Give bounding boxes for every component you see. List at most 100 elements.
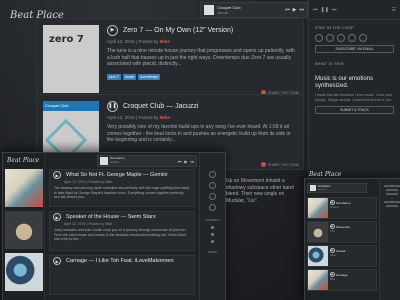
dot-icon[interactable]: [211, 240, 214, 243]
list-item-subtitle: Scatters: [330, 206, 339, 209]
menu-icon[interactable]: ☰: [392, 7, 396, 13]
soundcloud-icon[interactable]: [209, 193, 216, 200]
track-title[interactable]: Speaker of the House — Swim Stars: [66, 214, 156, 220]
rss-icon[interactable]: [359, 34, 367, 42]
play-icon[interactable]: ▶: [330, 200, 335, 205]
post-date: April 12, 2016: [107, 115, 135, 120]
list-item[interactable]: ▶ Movement Ivory: [307, 221, 377, 243]
list-item-text: ▶ Movement Ivory: [330, 222, 350, 242]
tag-list: zero 7 house downtempo: [107, 73, 295, 80]
track-title[interactable]: What So Not Ft. George Maple — Gemini: [66, 172, 167, 178]
post-card: zero 7 ▶ Zero 7 — On My Own (12" Version…: [36, 18, 304, 98]
play-icon[interactable]: ▶: [330, 248, 335, 253]
divider: [385, 189, 398, 191]
share-label: SHARE THIS TUNE: [267, 162, 299, 167]
album-cover: [308, 246, 328, 266]
album-cover: [308, 198, 328, 218]
post-date: April 12, 2016: [107, 39, 135, 44]
pause-icon[interactable]: ❚❚: [321, 7, 329, 13]
post-card: ▶ What So Not Ft. George Maple — Gemini …: [49, 169, 195, 207]
post-meta: April 12, 2016 | Posted by Mike: [64, 222, 113, 226]
prev-icon[interactable]: ⏮: [313, 7, 318, 13]
site-logo[interactable]: Beat Place: [309, 171, 341, 178]
spotify-icon[interactable]: [348, 34, 356, 42]
post-author[interactable]: Mike: [160, 39, 170, 44]
track-row: ▶ What So Not Ft. George Maple — Gemini: [50, 170, 194, 180]
list-item-text: ▶ Carnage Mike: [330, 270, 348, 290]
post-excerpt: Juicy melodies and lush vocals carry you…: [54, 228, 187, 241]
list-item-title-row: ▶ Scoubaroo: [330, 200, 351, 205]
dot-icon[interactable]: [211, 233, 214, 236]
play-button[interactable]: ▶: [107, 24, 118, 36]
twitter-icon[interactable]: [209, 182, 216, 189]
menu-label: MENU: [208, 250, 217, 254]
share-button[interactable]: SHARE THIS TUNE: [260, 162, 299, 167]
post-excerpt: The tune is a nine minute house journey …: [107, 48, 295, 67]
post-card: ▶ Carnage — I Like Toh Feat. iLoveMakonn…: [49, 255, 195, 295]
now-playing-bar[interactable]: Scoubaroo Scatters: [307, 183, 367, 193]
list-item-title: Movement: [336, 224, 351, 229]
list-item-title: Scoubaroo: [336, 200, 351, 205]
post-author[interactable]: Mike: [160, 115, 170, 120]
cover-title: Croquet Club: [43, 101, 99, 111]
soundcloud-icon[interactable]: [337, 34, 345, 42]
tablet-sidebar: CONNECT MENU: [199, 153, 225, 300]
share-icon: [260, 162, 266, 167]
list-item-text: ▶ Scoubaroo Scatters: [330, 198, 351, 218]
now-playing-track: Scoubaroo: [318, 184, 331, 188]
tag[interactable]: downtempo: [138, 73, 161, 80]
spotify-icon[interactable]: [209, 204, 216, 211]
now-playing-text: Scoubaroo Scatters: [318, 185, 331, 192]
play-button[interactable]: ▶: [53, 213, 61, 221]
subscribe-button[interactable]: SUBSCRIBE VIA EMAIL: [315, 45, 394, 53]
now-playing-bar[interactable]: Croquet Club Jaccuzi ⏮ ▶ ⏭: [200, 2, 308, 18]
play-icon[interactable]: ▶: [330, 224, 335, 229]
next-icon[interactable]: ⏭: [299, 7, 304, 13]
track-title[interactable]: Zero 7 — On My Own (12" Version): [123, 27, 233, 34]
submit-track-button[interactable]: SUBMIT A TRACK: [315, 106, 394, 114]
album-cover[interactable]: [5, 253, 43, 291]
divider: [385, 205, 398, 207]
post-meta: April 12, 2016 | Posted by Mike: [64, 180, 113, 184]
next-icon[interactable]: ⏭: [332, 7, 337, 13]
tag[interactable]: house: [122, 73, 137, 80]
list-item-subtitle: Mike: [330, 278, 336, 281]
play-icon[interactable]: ▶: [330, 272, 335, 277]
pause-button[interactable]: ❚❚: [107, 100, 118, 112]
play-button[interactable]: ▶: [53, 171, 61, 179]
play-icon[interactable]: ▶: [293, 7, 297, 13]
list-item-title: Sunset: [336, 248, 346, 253]
track-title[interactable]: Croquet Club — Jacuzzi: [123, 103, 198, 110]
album-cover[interactable]: [5, 211, 43, 249]
site-logo[interactable]: Beat Place: [7, 157, 39, 164]
list-item[interactable]: ▶ Carnage Mike: [307, 269, 377, 291]
tag[interactable]: zero 7: [107, 73, 121, 80]
about-text: I made this site because I love music. I…: [315, 93, 393, 102]
phone-view: Beat Place Scoubaroo Scatters ▶ Scoubaroo…: [304, 171, 400, 300]
list-item-subtitle: Ivory: [330, 230, 336, 233]
facebook-icon[interactable]: [209, 171, 216, 178]
twitter-icon[interactable]: [326, 34, 334, 42]
list-item[interactable]: ▶ Scoubaroo Scatters: [307, 197, 377, 219]
tablet-art-column: Beat Place: [3, 153, 45, 300]
now-playing-text: Croquet Club Jaccuzi: [217, 5, 241, 16]
play-button[interactable]: ▶: [53, 257, 61, 265]
tagline: Music is our emotions synthesized.: [315, 76, 374, 89]
track-title[interactable]: Carnage — I Like Toh Feat. iLoveMakonnen: [66, 258, 174, 264]
prev-icon[interactable]: ⏮: [285, 7, 290, 13]
album-cover[interactable]: [5, 169, 43, 207]
now-playing-artist: Jaccuzi: [217, 10, 229, 15]
divider: [385, 193, 398, 195]
post-meta: April 12, 2016 | Posted by Mike: [107, 39, 170, 44]
sidebar-header: ⏮ ❚❚ ⏭ ☰: [309, 0, 400, 20]
overflow-excerpt: Up on Movement Inhabit a shadowy subspac…: [226, 178, 294, 204]
what-heading: WHAT IS THIS: [315, 62, 344, 66]
facebook-icon[interactable]: [315, 34, 323, 42]
track-row: ▶ Zero 7 — On My Own (12" Version): [107, 23, 295, 37]
list-item[interactable]: ▶ Sunset Jakey: [307, 245, 377, 267]
track-row: ▶ Carnage — I Like Toh Feat. iLoveMakonn…: [50, 256, 194, 266]
dot-icon[interactable]: [211, 226, 214, 229]
tablet-feed: ▶ What So Not Ft. George Maple — Gemini …: [47, 153, 197, 300]
divider: [383, 201, 400, 203]
album-cover[interactable]: zero 7: [43, 25, 99, 93]
